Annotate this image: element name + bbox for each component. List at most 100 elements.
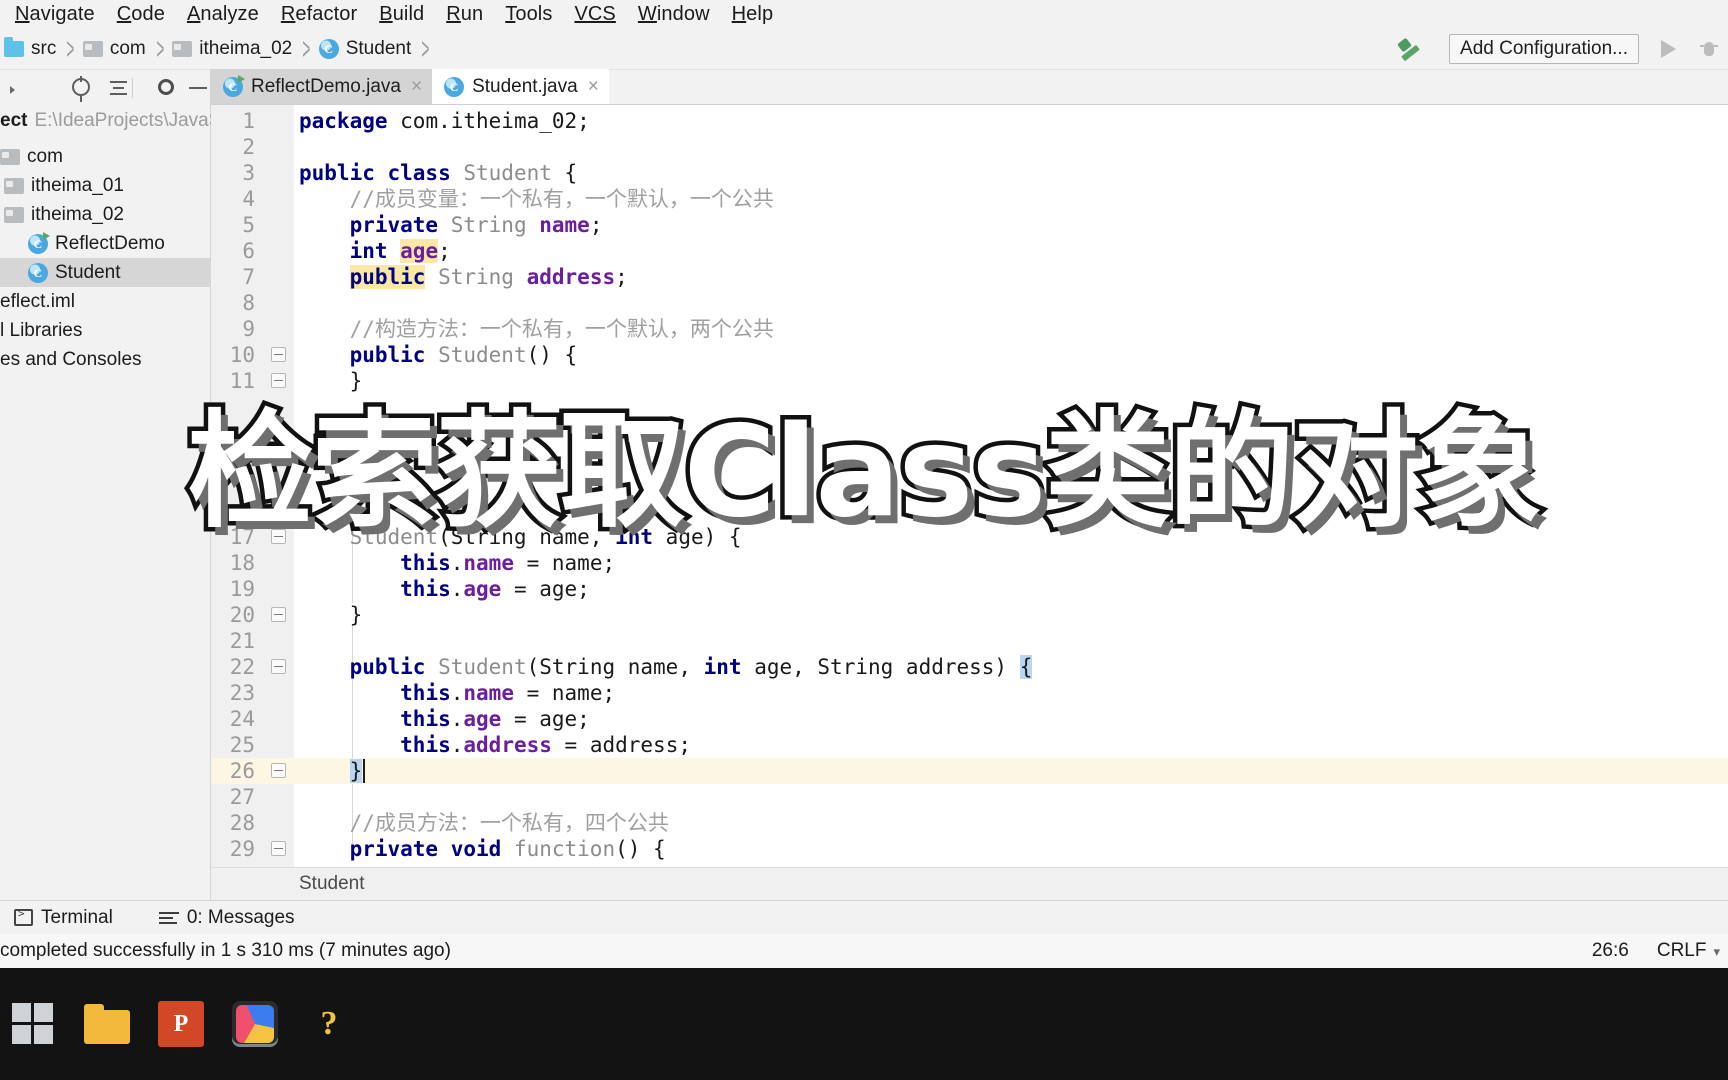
intellij-idea-icon[interactable]: [232, 1001, 278, 1047]
fold-toggle-icon[interactable]: [271, 347, 286, 362]
menu-item-window[interactable]: Window: [627, 0, 721, 29]
code-line[interactable]: private String name;: [299, 212, 603, 238]
debug-icon[interactable]: [1700, 39, 1718, 59]
line-number: 10: [229, 343, 255, 367]
line-number: 27: [229, 785, 255, 809]
code-line[interactable]: //成员变量：一个私有，一个默认，一个公共: [299, 186, 774, 212]
windows-taskbar: P ?: [0, 968, 1728, 1080]
fold-toggle-icon[interactable]: [271, 607, 286, 622]
tool-button-messages[interactable]: 0: Messages: [158, 907, 295, 929]
line-number: 17: [229, 525, 255, 549]
settings-gear-icon[interactable]: [154, 75, 179, 101]
code-line[interactable]: int age;: [299, 238, 451, 264]
powerpoint-icon[interactable]: P: [158, 1001, 204, 1047]
tree-item-eflectiml[interactable]: eflect.iml: [0, 287, 211, 316]
code-line[interactable]: this.name = name;: [299, 680, 615, 706]
add-configuration-button[interactable]: Add Configuration...: [1449, 34, 1639, 64]
editor-breadcrumb[interactable]: Student: [211, 867, 1728, 900]
breadcrumb-label: com: [109, 38, 146, 59]
windows-start-icon[interactable]: [10, 1001, 56, 1047]
breadcrumb-item-student[interactable]: C Student >: [318, 31, 438, 65]
menu-item-tools[interactable]: Tools: [494, 0, 563, 29]
tree-item-com[interactable]: com: [0, 142, 211, 171]
code-line[interactable]: //成员方法：一个私有，四个公共: [299, 810, 669, 836]
close-icon[interactable]: ×: [588, 76, 599, 98]
code-token: public class: [299, 161, 464, 185]
ide-window: Navigate Code Analyze Refactor Build Run Tools…: [0, 0, 1728, 1080]
menu-item-navigate[interactable]: Navigate: [4, 0, 106, 29]
code-line[interactable]: this.age = age;: [299, 576, 590, 602]
build-hammer-icon[interactable]: [1395, 34, 1425, 64]
collapse-caret-icon[interactable]: [10, 75, 35, 101]
line-number: 9: [242, 317, 255, 341]
question-app-icon[interactable]: ?: [306, 1001, 352, 1047]
tree-item-student[interactable]: C Student: [0, 258, 211, 287]
code-line[interactable]: }: [299, 368, 363, 394]
code-line[interactable]: //构造方法：一个私有，一个默认，两个公共: [299, 316, 774, 342]
tree-item-esandconsoles[interactable]: es and Consoles: [0, 345, 211, 374]
fold-toggle-icon[interactable]: [271, 763, 286, 778]
code-line[interactable]: public class Student {: [299, 160, 577, 186]
menu-item-build[interactable]: Build: [368, 0, 435, 29]
tree-item-reflectdemo[interactable]: C ReflectDemo: [0, 229, 211, 258]
editor-tab-reflectdemo-java[interactable]: C ReflectDemo.java ×: [211, 69, 433, 104]
line-number: 5: [242, 213, 255, 237]
tool-button-terminal[interactable]: Terminal: [14, 907, 113, 929]
code-line[interactable]: public Student(String name, int age, Str…: [299, 654, 1033, 680]
fold-toggle-icon[interactable]: [271, 841, 286, 856]
code-token: }: [299, 603, 363, 627]
close-icon[interactable]: ×: [411, 76, 422, 98]
project-tree[interactable]: com itheima_01 itheima_02 C ReflectDemo C Stud…: [0, 142, 211, 374]
breadcrumb-separator-icon: >: [421, 31, 430, 66]
hide-tool-window-icon[interactable]: [186, 75, 211, 101]
code-line[interactable]: public Student() {: [299, 342, 578, 368]
fold-toggle-icon[interactable]: [271, 659, 286, 674]
line-number: 18: [229, 551, 255, 575]
editor-tab-student-java[interactable]: C Student.java ×: [432, 69, 609, 104]
code-line[interactable]: private void function() {: [299, 836, 666, 862]
menu-item-analyze[interactable]: Analyze: [176, 0, 270, 29]
line-separator[interactable]: CRLF ▾: [1657, 940, 1720, 962]
tree-item-llibraries[interactable]: l Libraries: [0, 316, 211, 345]
line-number: 3: [242, 161, 255, 185]
tree-item-label: com: [27, 145, 63, 167]
tree-item-itheima_01[interactable]: itheima_01: [0, 171, 211, 200]
file-explorer-icon[interactable]: [84, 1004, 130, 1044]
code-editor[interactable]: 1 package com.itheima_02; 2 3 public class S…: [211, 105, 1728, 867]
breadcrumb-item-src[interactable]: src >: [4, 31, 83, 65]
menu-item-refactor[interactable]: Refactor: [270, 0, 368, 29]
code-line[interactable]: this.age = age;: [299, 706, 590, 732]
locate-target-icon[interactable]: [69, 75, 94, 102]
code-token: () {: [615, 837, 666, 861]
menu-item-code[interactable]: Code: [106, 0, 176, 29]
code-token: age) {: [665, 525, 742, 549]
code-line[interactable]: public String address;: [299, 264, 628, 290]
breadcrumb-label: Student: [345, 38, 412, 59]
fold-toggle-icon[interactable]: [271, 529, 286, 544]
code-line[interactable]: Student(String name, int age) {: [299, 524, 742, 550]
code-line[interactable]: this.address = address;: [299, 732, 691, 758]
tree-item-label: es and Consoles: [0, 348, 142, 370]
code-token: private void: [349, 837, 514, 861]
tab-label: Student.java: [472, 75, 578, 97]
menu-item-help[interactable]: Help: [721, 0, 785, 29]
run-icon[interactable]: [1661, 40, 1676, 58]
breadcrumb-item-itheima_02[interactable]: itheima_02 >: [172, 31, 318, 65]
code-line[interactable]: package com.itheima_02;: [299, 108, 590, 134]
collapse-all-icon[interactable]: [107, 75, 132, 101]
code-token: public: [349, 655, 439, 679]
tree-item-itheima_02[interactable]: itheima_02: [0, 200, 211, 229]
menu-item-run[interactable]: Run: [435, 0, 494, 29]
breadcrumb-item-com[interactable]: com >: [82, 31, 172, 65]
code-token: function: [513, 837, 616, 861]
code-line[interactable]: }: [299, 758, 363, 784]
caret-position[interactable]: 26:6: [1592, 940, 1629, 962]
code-token: = name;: [513, 551, 616, 575]
menu-item-vcs[interactable]: VCS: [563, 0, 626, 29]
code-line[interactable]: this.name = name;: [299, 550, 615, 576]
fold-toggle-icon[interactable]: [271, 373, 286, 388]
code-line[interactable]: }: [299, 602, 363, 628]
